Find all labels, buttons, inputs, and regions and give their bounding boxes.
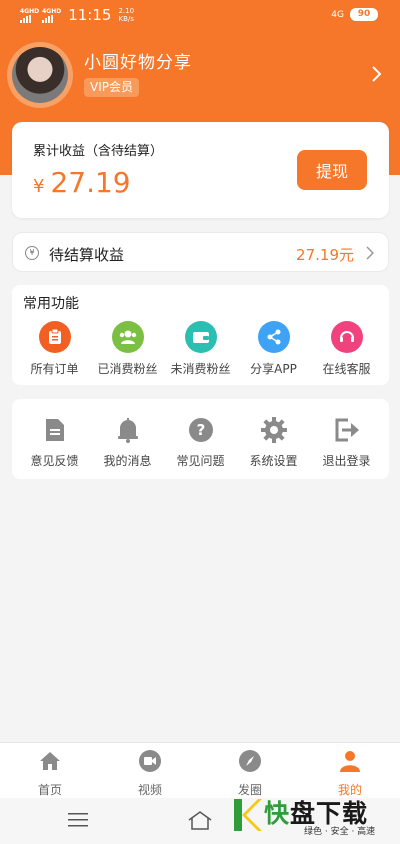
tool-label: 系统设置 xyxy=(249,454,298,468)
question-icon: ? xyxy=(186,415,216,445)
clock: 11:15 xyxy=(68,6,112,24)
function-label: 在线客服 xyxy=(322,362,371,376)
order-icon xyxy=(38,321,71,353)
nav-label: 首页 xyxy=(37,783,62,797)
menu-icon[interactable] xyxy=(68,812,88,828)
gear-icon xyxy=(259,415,289,445)
nav-video[interactable]: 视频 xyxy=(100,743,200,798)
function-label: 分享APP xyxy=(250,362,297,376)
signal-indicator-1: 4GHD xyxy=(20,8,39,23)
withdraw-button[interactable]: 提现 xyxy=(297,150,367,190)
tool-label: 常见问题 xyxy=(176,454,225,468)
nav-home[interactable]: 首页 xyxy=(0,743,100,798)
earnings-label: 累计收益（含待结算） xyxy=(33,144,164,159)
currency-symbol: ¥ xyxy=(33,176,45,197)
nav-moments[interactable]: 发圈 xyxy=(200,743,300,798)
chevron-right-icon[interactable] xyxy=(370,64,384,84)
function-consumed-fans[interactable]: 已消费粉丝 xyxy=(93,321,163,377)
tool-messages[interactable]: 我的消息 xyxy=(93,415,163,469)
tool-label: 我的消息 xyxy=(103,454,152,468)
function-label: 未消费粉丝 xyxy=(170,362,231,376)
bell-icon xyxy=(113,415,143,445)
watermark-brand-1: 快 xyxy=(264,799,291,828)
watermark-logo-icon xyxy=(234,799,262,831)
tools-card: 意见反馈 我的消息 ? 常见问题 系统设置 退出登录 xyxy=(12,399,389,479)
avatar[interactable] xyxy=(7,42,73,108)
tool-label: 退出登录 xyxy=(322,454,371,468)
common-functions-card: 常用功能 所有订单 已消费粉丝 未消费粉丝 分享APP 在线客服 xyxy=(12,285,389,385)
earnings-card: 累计收益（含待结算） ¥ 27.19 提现 xyxy=(12,122,389,218)
avatar-image xyxy=(12,47,68,103)
signal-indicator-2: 4GHD xyxy=(42,8,61,23)
signal-label: 4GHD xyxy=(20,7,40,15)
speed-unit: KB/s xyxy=(118,15,134,23)
pending-value: 27.19元 xyxy=(296,246,354,264)
speed-value: 2.10 xyxy=(118,7,135,15)
status-bar: 4GHD 4GHD 11:15 2.10 KB/s 4G 90 xyxy=(0,0,400,32)
function-label: 已消费粉丝 xyxy=(97,362,158,376)
user-name[interactable]: 小圆好物分享 xyxy=(84,48,192,73)
bottom-navigation: 首页 视频 发圈 我的 xyxy=(0,742,400,798)
watermark: 快盘下载 绿色 · 安全 · 高速 xyxy=(228,792,398,840)
network-type: 4G xyxy=(331,9,344,20)
pending-label: 待结算收益 xyxy=(49,246,125,264)
pending-earnings-row[interactable]: ¥ 待结算收益 27.19元 xyxy=(12,232,389,272)
video-icon xyxy=(139,750,161,772)
tool-logout[interactable]: 退出登录 xyxy=(312,415,382,469)
wallet-icon xyxy=(184,321,217,353)
section-title: 常用功能 xyxy=(23,296,79,312)
share-icon xyxy=(257,321,290,353)
battery-indicator: 90 xyxy=(350,8,378,21)
signal-label: 4GHD xyxy=(42,7,62,15)
function-unconsumed-fans[interactable]: 未消费粉丝 xyxy=(166,321,236,377)
headset-icon xyxy=(330,321,363,353)
home-icon xyxy=(40,752,60,770)
nav-label: 视频 xyxy=(137,783,162,797)
fans-icon xyxy=(111,321,144,353)
tool-label: 意见反馈 xyxy=(30,454,79,468)
logout-icon xyxy=(332,415,362,445)
earnings-value: 27.19 xyxy=(50,166,131,199)
nav-mine[interactable]: 我的 xyxy=(300,743,400,798)
function-all-orders[interactable]: 所有订单 xyxy=(20,321,90,377)
user-icon xyxy=(340,751,360,772)
vip-badge: VIP会员 xyxy=(84,78,139,97)
network-speed: 2.10 KB/s xyxy=(118,7,134,23)
chevron-right-icon xyxy=(366,246,374,260)
function-online-service[interactable]: 在线客服 xyxy=(312,321,382,377)
function-share-app[interactable]: 分享APP xyxy=(239,321,309,377)
earnings-amount: ¥ 27.19 xyxy=(33,166,131,199)
tool-feedback[interactable]: 意见反馈 xyxy=(20,415,90,469)
watermark-tagline: 绿色 · 安全 · 高速 xyxy=(304,827,376,837)
function-label: 所有订单 xyxy=(30,362,79,376)
yen-icon: ¥ xyxy=(25,246,39,260)
svg-text:?: ? xyxy=(196,421,205,439)
home-outline-icon[interactable] xyxy=(188,810,212,830)
compass-icon xyxy=(239,750,261,772)
tool-faq[interactable]: ? 常见问题 xyxy=(166,415,236,469)
document-icon xyxy=(40,415,70,445)
tool-settings[interactable]: 系统设置 xyxy=(239,415,309,469)
